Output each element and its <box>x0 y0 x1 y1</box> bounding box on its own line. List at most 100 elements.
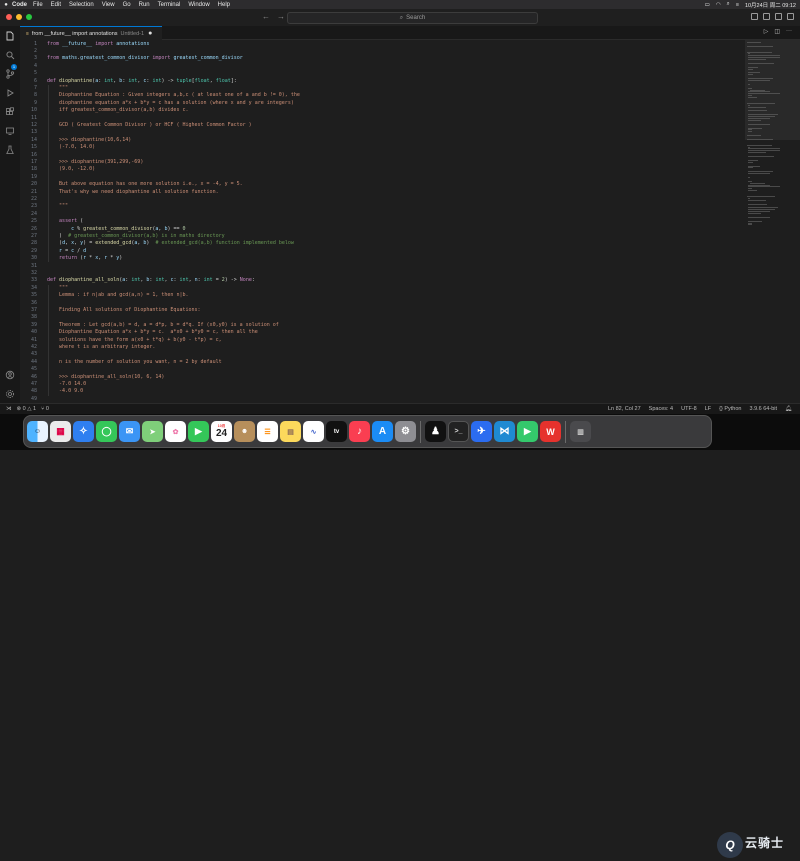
remote-indicator-icon[interactable]: ⋊ <box>6 406 12 412</box>
more-actions-icon[interactable]: ··· <box>786 28 792 35</box>
line-ending[interactable]: LF <box>705 406 711 412</box>
feishu-icon[interactable]: ✈ <box>471 421 492 442</box>
code-line[interactable]: 15 (-7.0, 14.0) <box>20 144 745 151</box>
appletv-icon[interactable]: tv <box>326 421 347 442</box>
facetime-icon[interactable]: ▶ <box>188 421 209 442</box>
code-line[interactable]: 5 <box>20 70 745 77</box>
code-line[interactable]: 36 <box>20 300 745 307</box>
code-line[interactable]: 32 <box>20 270 745 277</box>
appstore-icon[interactable]: A <box>372 421 393 442</box>
notifications-bell-icon[interactable]: 🔔︎ <box>785 406 792 412</box>
code-line[interactable]: 25 assert ( <box>20 218 745 225</box>
code-line[interactable]: 31 <box>20 263 745 270</box>
code-line[interactable]: 22 <box>20 196 745 203</box>
run-debug-icon[interactable] <box>5 88 15 98</box>
menu-help[interactable]: Help <box>218 2 230 8</box>
toggle-sidebar-icon[interactable] <box>751 13 758 20</box>
trash-icon[interactable]: ▥ <box>570 421 591 442</box>
cursor-position[interactable]: Ln 82, Col 27 <box>608 406 641 412</box>
menu-selection[interactable]: Selection <box>69 2 94 8</box>
testing-icon[interactable] <box>5 145 15 155</box>
vscode-icon[interactable]: ⋈ <box>494 421 515 442</box>
code-line[interactable]: 27 ) # greatest_common_divisor(a,b) is i… <box>20 233 745 240</box>
code-editor[interactable]: 1 from __future__ import annotations 2 3 fro… <box>20 40 745 403</box>
code-line[interactable]: 16 <box>20 152 745 159</box>
safari-icon[interactable]: ✧ <box>73 421 94 442</box>
mail-icon[interactable]: ✉ <box>119 421 140 442</box>
reminders-icon[interactable]: ☰ <box>257 421 278 442</box>
code-line[interactable]: 3 from maths.greatest_common_divisor impo… <box>20 55 745 62</box>
code-line[interactable]: 6 def diophantine(a: int, b: int, c: int)… <box>20 78 745 85</box>
menu-run[interactable]: Run <box>139 2 150 8</box>
menu-file[interactable]: File <box>33 2 43 8</box>
code-line[interactable]: 29 r = c / d <box>20 248 745 255</box>
run-python-icon[interactable]: ▷ <box>764 28 769 35</box>
code-line[interactable]: 30 return (r * x, r * y) <box>20 255 745 262</box>
code-line[interactable]: 33 def diophantine_all_soln(a: int, b: in… <box>20 277 745 284</box>
menu-view[interactable]: View <box>102 2 115 8</box>
forward-arrow-icon[interactable]: → <box>277 12 285 21</box>
files-icon[interactable] <box>5 31 15 41</box>
wps-icon[interactable]: W <box>540 421 561 442</box>
problems-indicator[interactable]: ⊗ 0 △ 1 <box>17 406 37 412</box>
minimize-window-button[interactable] <box>16 14 22 20</box>
code-line[interactable]: 23 """ <box>20 203 745 210</box>
calendar-icon[interactable]: 10月 24 <box>211 421 232 442</box>
toggle-secondary-sidebar-icon[interactable] <box>775 13 782 20</box>
code-line[interactable]: 48 -4.0 9.0 <box>20 388 745 395</box>
ports-indicator[interactable]: ⑂ 0 <box>41 406 49 412</box>
code-line[interactable]: 44 n is the number of solution you want,… <box>20 359 745 366</box>
menubar-clock[interactable]: 10月24日 周二 09:12 <box>745 1 796 9</box>
code-line[interactable]: 2 <box>20 48 745 55</box>
launchpad-icon[interactable]: ▦ <box>50 421 71 442</box>
contacts-icon[interactable]: ☻ <box>234 421 255 442</box>
source-control-icon[interactable] <box>5 69 15 79</box>
messages-icon[interactable]: ◯ <box>96 421 117 442</box>
notes-icon[interactable]: ▤ <box>280 421 301 442</box>
photos-icon[interactable]: ✿ <box>165 421 186 442</box>
zoom-window-button[interactable] <box>26 14 32 20</box>
python-interpreter[interactable]: 3.9.6 64-bit <box>749 406 777 412</box>
menu-app-name[interactable]: Code <box>12 2 27 8</box>
code-line[interactable]: 10 iff greatest_common_divisor(a,b) divi… <box>20 107 745 114</box>
code-line[interactable]: 21 That's why we need diophantine all so… <box>20 189 745 196</box>
finder-icon[interactable]: ☺ <box>27 421 48 442</box>
account-icon[interactable] <box>5 370 15 380</box>
maps-icon[interactable]: ➤ <box>142 421 163 442</box>
code-line[interactable]: 40 Diophantine Equation a*x + b*y = c. a… <box>20 329 745 336</box>
code-line[interactable]: 1 from __future__ import annotations <box>20 41 745 48</box>
freeform-icon[interactable]: ∿ <box>303 421 324 442</box>
indentation[interactable]: Spaces: 4 <box>649 406 673 412</box>
music-icon[interactable]: ♪ <box>349 421 370 442</box>
search-icon[interactable] <box>5 50 15 60</box>
code-line[interactable]: 43 <box>20 351 745 358</box>
code-line[interactable]: 8 Diophantine Equation : Given integers … <box>20 92 745 99</box>
file-encoding[interactable]: UTF-8 <box>681 406 697 412</box>
control-center-icon[interactable]: ≡ <box>736 2 739 8</box>
code-line[interactable]: 45 <box>20 366 745 373</box>
language-mode[interactable]: {} Python <box>719 406 741 412</box>
code-line[interactable]: 46 >>> diophantine_all_soln(10, 6, 14) <box>20 374 745 381</box>
close-window-button[interactable] <box>6 14 12 20</box>
code-line[interactable]: 14 >>> diophantine(10,6,14) <box>20 137 745 144</box>
code-line[interactable]: 47 -7.0 14.0 <box>20 381 745 388</box>
split-editor-icon[interactable]: ◫ <box>774 28 780 35</box>
code-line[interactable]: 9 diophantine equation a*x + b*y = c has… <box>20 100 745 107</box>
code-line[interactable]: 7 """ <box>20 85 745 92</box>
code-line[interactable]: 26 c % greatest_common_divisor(a, b) == … <box>20 226 745 233</box>
code-line[interactable]: 4 <box>20 63 745 70</box>
code-line[interactable]: 49 <box>20 396 745 403</box>
remote-icon[interactable] <box>5 126 15 136</box>
player-icon[interactable]: ▶ <box>517 421 538 442</box>
code-line[interactable]: 24 <box>20 211 745 218</box>
code-line[interactable]: 12 GCD ( Greatest Common Divisor ) or HC… <box>20 122 745 129</box>
code-line[interactable]: 37 Finding All solutions of Diophantine … <box>20 307 745 314</box>
menu-window[interactable]: Window <box>188 2 209 8</box>
code-line[interactable]: 13 <box>20 129 745 136</box>
code-line[interactable]: 19 <box>20 174 745 181</box>
settings-gear-icon[interactable] <box>5 389 15 399</box>
code-line[interactable]: 39 Theorem : Let gcd(a,b) = d, a = d*p, … <box>20 322 745 329</box>
code-line[interactable]: 35 Lemma : if n|ab and gcd(a,n) = 1, the… <box>20 292 745 299</box>
unsaved-dot-icon[interactable]: ● <box>148 30 152 37</box>
code-line[interactable]: 41 solutions have the form a(x0 + t*q) +… <box>20 337 745 344</box>
